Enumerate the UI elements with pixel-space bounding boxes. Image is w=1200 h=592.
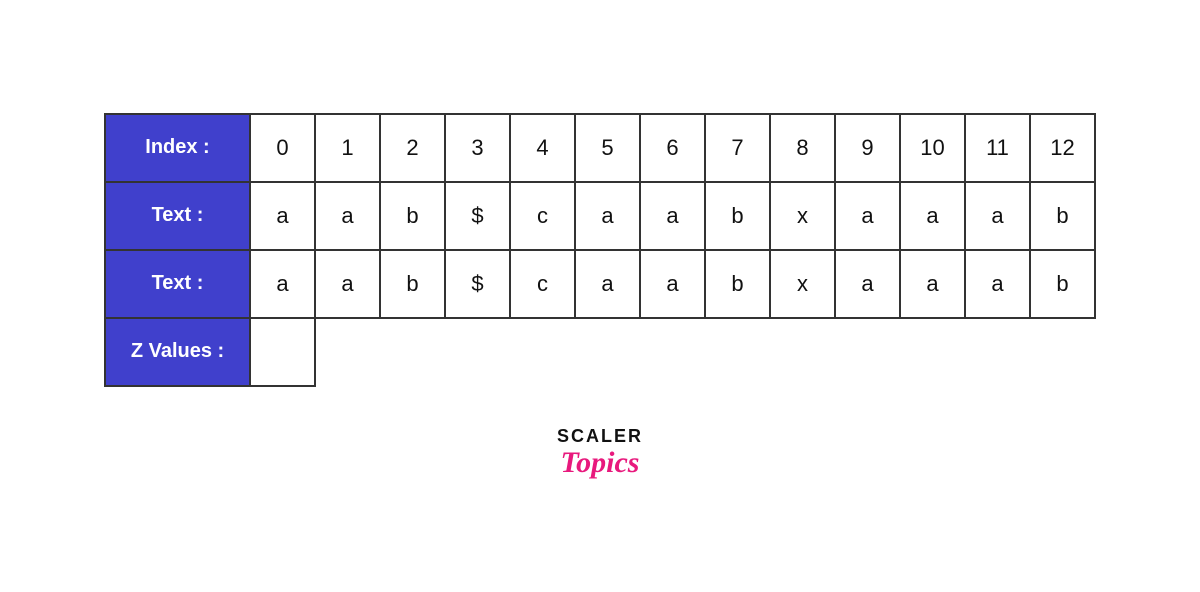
table-cell: 2: [380, 114, 445, 182]
table-cell: a: [900, 182, 965, 250]
row-label: Index :: [105, 114, 250, 182]
table-cell: a: [835, 182, 900, 250]
table-cell: 12: [1030, 114, 1095, 182]
table-cell: b: [705, 250, 770, 318]
table-cell: b: [380, 182, 445, 250]
table-cell: 0: [250, 114, 315, 182]
table-row: Text :aab$caabxaaab: [105, 182, 1095, 250]
table-cell: 10: [900, 114, 965, 182]
logo-topics: Topics: [561, 446, 640, 479]
table-cell: a: [640, 182, 705, 250]
table-row: Index :0123456789101112: [105, 114, 1095, 182]
table-cell: b: [705, 182, 770, 250]
row-label: Z Values :: [105, 318, 250, 386]
table-cell: c: [510, 250, 575, 318]
logo-scaler: SCALER: [557, 427, 643, 447]
table-cell: 7: [705, 114, 770, 182]
table-cell: x: [770, 182, 835, 250]
table-cell: x: [770, 250, 835, 318]
table-cell: a: [250, 182, 315, 250]
logo: SCALER Topics: [557, 427, 643, 480]
table-cell: 3: [445, 114, 510, 182]
table-cell: $: [445, 182, 510, 250]
table-cell: 6: [640, 114, 705, 182]
table-cell: a: [315, 182, 380, 250]
table-cell: a: [575, 250, 640, 318]
table-cell: 5: [575, 114, 640, 182]
table-cell: b: [1030, 182, 1095, 250]
table-cell: a: [640, 250, 705, 318]
row-label: Text :: [105, 182, 250, 250]
table-cell: $: [445, 250, 510, 318]
table-cell: a: [835, 250, 900, 318]
table-cell: a: [900, 250, 965, 318]
main-content: Index :0123456789101112Text :aab$caabxaa…: [104, 113, 1096, 480]
table-cell: a: [250, 250, 315, 318]
table-row: Z Values :: [105, 318, 1095, 386]
table-cell: a: [315, 250, 380, 318]
table-cell: 4: [510, 114, 575, 182]
table-cell: b: [380, 250, 445, 318]
table-cell: b: [1030, 250, 1095, 318]
table-cell: 9: [835, 114, 900, 182]
row-label: Text :: [105, 250, 250, 318]
table-cell: 1: [315, 114, 380, 182]
data-table: Index :0123456789101112Text :aab$caabxaa…: [104, 113, 1096, 387]
table-cell: a: [575, 182, 640, 250]
table-cell: 11: [965, 114, 1030, 182]
table-cell: a: [965, 182, 1030, 250]
table-cell: [250, 318, 315, 386]
table-cell: 8: [770, 114, 835, 182]
table-cell: a: [965, 250, 1030, 318]
table-cell: c: [510, 182, 575, 250]
table-row: Text :aab$caabxaaab: [105, 250, 1095, 318]
